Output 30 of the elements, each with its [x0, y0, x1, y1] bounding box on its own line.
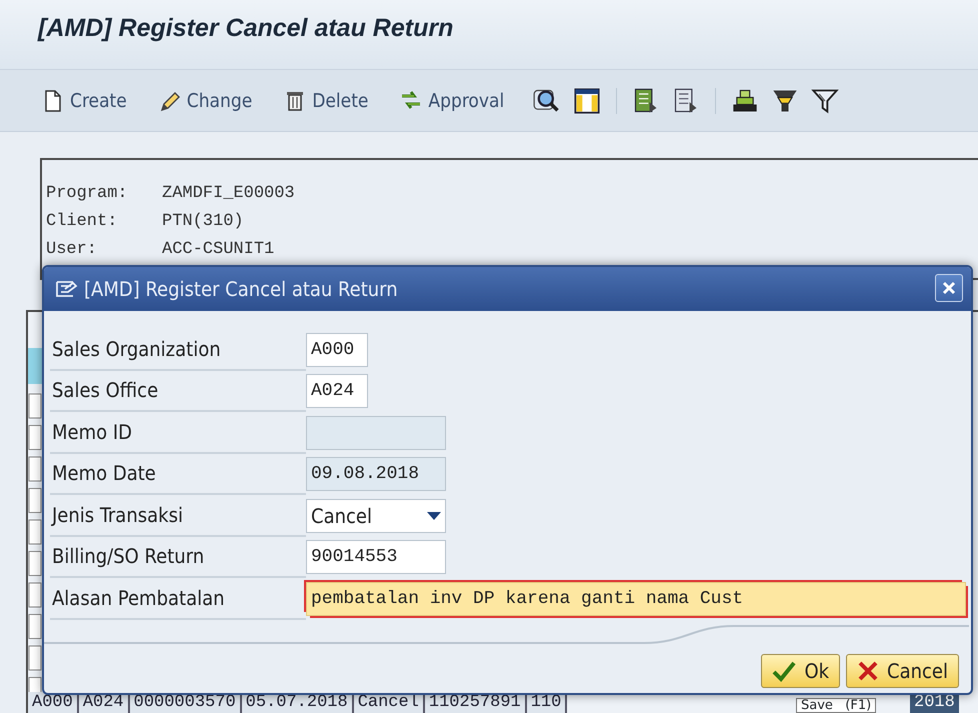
toolbar-button[interactable]: Delete — [278, 86, 374, 114]
info-label: Client: — [46, 211, 118, 233]
input-field[interactable]: A000 — [306, 332, 368, 367]
caret-icon — [427, 512, 441, 520]
toolbar-button[interactable]: Change — [152, 86, 258, 114]
dropdown-field[interactable]: Cancel — [306, 498, 446, 533]
display-field[interactable] — [306, 416, 446, 450]
display-field[interactable]: 09.08.2018 — [306, 457, 446, 492]
tooltip: Save (F1) — [796, 698, 876, 713]
info-label: Program: — [46, 183, 129, 205]
window-title: [AMD] Register Cancel atau Return — [0, 0, 978, 70]
ok-button[interactable]: Ok — [761, 654, 840, 688]
funnel-icon[interactable] — [811, 86, 840, 114]
cancel-button[interactable]: Cancel — [846, 654, 959, 688]
info-value: ZAMDFI_E00003 — [162, 183, 295, 205]
dialog-title: [AMD] Register Cancel atau Return — [84, 277, 398, 301]
checkmark-icon — [772, 660, 796, 682]
close-icon — [942, 281, 956, 295]
cross-icon — [857, 660, 880, 682]
columns-icon[interactable] — [573, 86, 602, 114]
window-icon — [56, 279, 78, 299]
toolbar-button[interactable]: Create — [36, 86, 133, 114]
toolbar-button[interactable]: Approval — [394, 86, 510, 114]
input-field[interactable]: A024 — [306, 374, 368, 408]
info-value: PTN(310) — [162, 211, 244, 233]
input-field[interactable]: 90014553 — [306, 540, 446, 574]
info-value: ACC-CSUNIT1 — [162, 239, 274, 261]
close-button[interactable] — [935, 274, 963, 302]
info-label: User: — [46, 239, 98, 261]
input-field[interactable]: pembatalan inv DP karena ganti nama Cust — [306, 582, 966, 616]
